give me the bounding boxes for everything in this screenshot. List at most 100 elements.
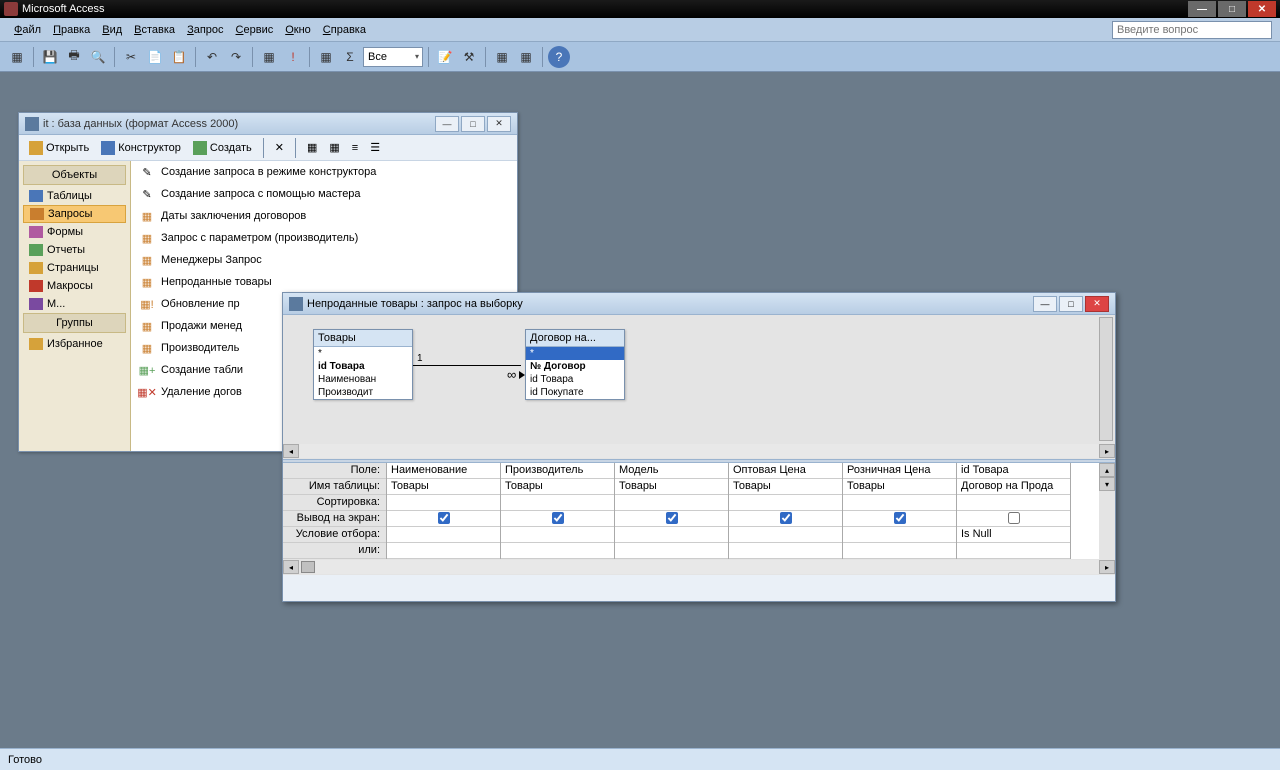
table-box-dogovor[interactable]: Договор на... * № Договор id Товара id П… (525, 329, 625, 400)
grid-cell[interactable]: Розничная Цена (843, 463, 956, 479)
grid-cell[interactable] (501, 527, 614, 543)
menu-view[interactable]: Вид (96, 22, 128, 38)
list-item[interactable]: ▦Непроданные товары (131, 271, 517, 293)
scroll-right-button[interactable]: ▸ (1099, 444, 1115, 458)
open-button[interactable]: Открыть (25, 139, 93, 157)
database-window-button[interactable]: ▦ (491, 46, 513, 68)
grid-cell[interactable]: Товары (501, 479, 614, 495)
grid-cell[interactable]: Товары (615, 479, 728, 495)
list-view-button[interactable]: ≡ (348, 140, 362, 156)
scroll-right-button[interactable]: ▸ (1099, 560, 1115, 574)
undo-button[interactable]: ↶ (201, 46, 223, 68)
copy-button[interactable]: 📄 (144, 46, 166, 68)
dbwin-close-button[interactable]: ✕ (487, 116, 511, 132)
table-header[interactable]: Товары (314, 330, 412, 347)
build-button[interactable]: ⚒ (458, 46, 480, 68)
dbwin-titlebar[interactable]: it : база данных (формат Access 2000) — … (19, 113, 517, 135)
show-checkbox[interactable] (552, 512, 564, 524)
grid-cell[interactable]: Модель (615, 463, 728, 479)
grid-cell[interactable] (615, 511, 728, 527)
scroll-left-button[interactable]: ◂ (283, 444, 299, 458)
grid-column[interactable]: МодельТовары (615, 463, 729, 559)
table-field[interactable]: * (526, 347, 624, 360)
table-field[interactable]: id Товара (314, 360, 412, 373)
grid-cell[interactable] (957, 543, 1070, 559)
qwin-close-button[interactable]: ✕ (1085, 296, 1109, 312)
groups-group-header[interactable]: Группы (23, 313, 126, 333)
grid-column[interactable]: Розничная ЦенаТовары (843, 463, 957, 559)
qwin-maximize-button[interactable]: □ (1059, 296, 1083, 312)
diagram-hscrollbar[interactable]: ◂ ▸ (283, 443, 1115, 459)
grid-cell[interactable] (501, 495, 614, 511)
sidebar-item-forms[interactable]: Формы (19, 223, 130, 241)
grid-cell[interactable] (957, 495, 1070, 511)
grid-cell[interactable] (387, 527, 500, 543)
table-field[interactable]: № Договор (526, 360, 624, 373)
new-object-button[interactable]: ▦ (515, 46, 537, 68)
grid-cell[interactable] (729, 527, 842, 543)
show-checkbox[interactable] (780, 512, 792, 524)
view-button[interactable]: ▦ (6, 46, 28, 68)
ask-a-question-box[interactable] (1112, 21, 1272, 39)
minimize-button[interactable]: — (1188, 1, 1216, 17)
sidebar-item-tables[interactable]: Таблицы (19, 187, 130, 205)
grid-cell[interactable] (957, 511, 1070, 527)
grid-vscrollbar[interactable]: ▴ ▾ (1099, 463, 1115, 559)
top-values-combo[interactable]: Все (363, 47, 423, 67)
grid-cell[interactable] (615, 543, 728, 559)
grid-column[interactable]: НаименованиеТовары (387, 463, 501, 559)
design-button[interactable]: Конструктор (97, 139, 185, 157)
grid-cell[interactable]: Наименование (387, 463, 500, 479)
objects-group-header[interactable]: Объекты (23, 165, 126, 185)
grid-cell[interactable] (729, 511, 842, 527)
query-designer-window[interactable]: Непроданные товары : запрос на выборку —… (282, 292, 1116, 602)
save-button[interactable]: 💾 (39, 46, 61, 68)
show-checkbox[interactable] (666, 512, 678, 524)
grid-cell[interactable]: Оптовая Цена (729, 463, 842, 479)
show-checkbox[interactable] (1008, 512, 1020, 524)
properties-button[interactable]: 📝 (434, 46, 456, 68)
list-item[interactable]: ▦Менеджеры Запрос (131, 249, 517, 271)
grid-cell[interactable] (387, 511, 500, 527)
grid-cell[interactable]: Товары (387, 479, 500, 495)
list-item[interactable]: ✎Создание запроса с помощью мастера (131, 183, 517, 205)
qwin-minimize-button[interactable]: — (1033, 296, 1057, 312)
sidebar-item-pages[interactable]: Страницы (19, 259, 130, 277)
totals-button[interactable]: Σ (339, 46, 361, 68)
print-button[interactable]: 🖶 (63, 46, 85, 68)
query-grid[interactable]: Поле: Имя таблицы: Сортировка: Вывод на … (283, 463, 1115, 559)
paste-button[interactable]: 📋 (168, 46, 190, 68)
grid-hscrollbar[interactable]: ◂ ▸ (283, 559, 1115, 575)
ask-input[interactable] (1112, 21, 1272, 39)
grid-cell[interactable] (729, 543, 842, 559)
menu-file[interactable]: Файл (8, 22, 47, 38)
grid-cell[interactable]: Is Null (957, 527, 1070, 543)
print-preview-button[interactable]: 🔍 (87, 46, 109, 68)
grid-cell[interactable] (615, 527, 728, 543)
menu-edit[interactable]: Правка (47, 22, 96, 38)
grid-cell[interactable] (843, 511, 956, 527)
cut-button[interactable]: ✂ (120, 46, 142, 68)
large-icons-button[interactable]: ▦ (303, 139, 321, 156)
details-view-button[interactable]: ☰ (366, 139, 384, 156)
menu-tools[interactable]: Сервис (230, 22, 280, 38)
sidebar-item-favorites[interactable]: Избранное (19, 335, 130, 353)
menu-help[interactable]: Справка (317, 22, 372, 38)
grid-cell[interactable]: Товары (843, 479, 956, 495)
table-header[interactable]: Договор на... (526, 330, 624, 347)
show-checkbox[interactable] (894, 512, 906, 524)
menu-insert[interactable]: Вставка (128, 22, 181, 38)
run-button[interactable]: ! (282, 46, 304, 68)
sidebar-item-reports[interactable]: Отчеты (19, 241, 130, 259)
query-type-button[interactable]: ▦ (258, 46, 280, 68)
small-icons-button[interactable]: ▦ (325, 139, 343, 156)
table-field[interactable]: Наименован (314, 373, 412, 386)
grid-cell[interactable]: Товары (729, 479, 842, 495)
grid-cell[interactable] (501, 543, 614, 559)
table-field[interactable]: * (314, 347, 412, 360)
help-button[interactable]: ? (548, 46, 570, 68)
redo-button[interactable]: ↷ (225, 46, 247, 68)
sidebar-item-queries[interactable]: Запросы (23, 205, 126, 223)
grid-cell[interactable]: id Товара (957, 463, 1070, 479)
grid-cell[interactable] (729, 495, 842, 511)
